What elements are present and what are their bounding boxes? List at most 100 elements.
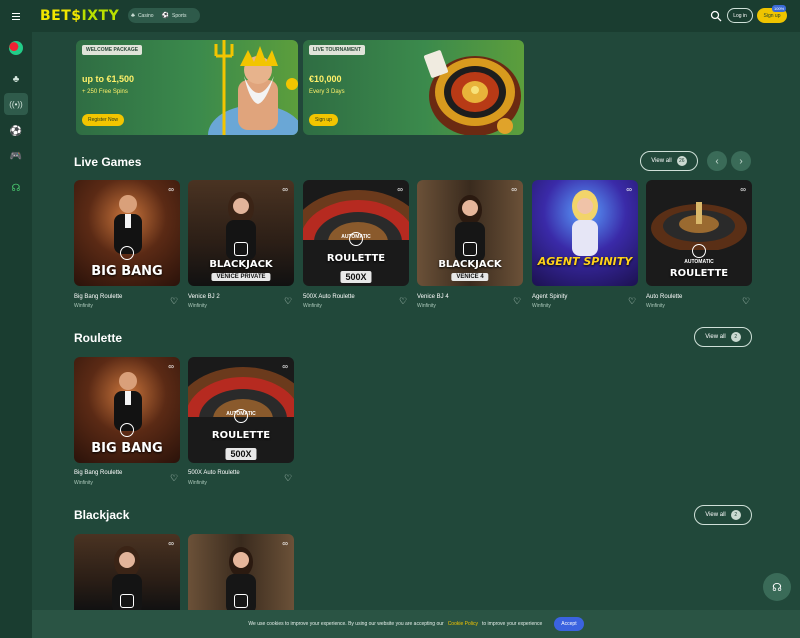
sidebar-item-sports[interactable]: ⚽ (4, 120, 28, 142)
provider-mark-icon: ∞ (282, 362, 288, 371)
sidebar-item-support[interactable]: ☊ (4, 177, 28, 199)
brand-logo[interactable]: BET$IXTY (40, 8, 119, 24)
provider-mark-icon: ∞ (511, 185, 517, 194)
live-games-count: 26 (676, 156, 687, 166)
provider-emblem-icon (120, 423, 134, 437)
favorite-heart-icon[interactable]: ♡ (399, 296, 407, 307)
game-name: 500X Auto Roulette (303, 294, 355, 300)
accept-cookies-button[interactable]: Accept (554, 617, 584, 631)
tournament-signup-button[interactable]: Sign up (309, 114, 338, 126)
cookie-banner: We use cookies to improve your experienc… (32, 610, 800, 638)
gamepad-icon: 🎮 (9, 150, 23, 162)
provider-emblem-icon (692, 244, 706, 258)
game-provider: Winfinity (74, 303, 93, 309)
provider-mark-icon: ∞ (168, 362, 174, 371)
sidebar-item-promo[interactable] (4, 37, 28, 59)
tile-art-title: ROULETTE (211, 430, 271, 441)
roulette-wheel-art (303, 190, 409, 240)
cookie-text-end: to improve your experience (481, 621, 543, 627)
game-tile-auto-roulette[interactable]: ∞ AUTOMATIC ROULETTE (646, 180, 752, 286)
menu-icon[interactable] (8, 8, 24, 24)
promo-live-tournament[interactable]: LIVE TOURNAMENT €10,000 Every 3 Days Sig… (303, 40, 524, 135)
game-name: Venice BJ 4 (417, 294, 449, 300)
tile-art-title: BLACKJACK (209, 259, 273, 270)
game-name: Big Bang Roulette (74, 470, 123, 476)
roulette-title: Roulette (74, 331, 122, 345)
game-provider: Winfinity (417, 303, 436, 309)
promo-headline: €10,000 (309, 74, 342, 84)
tile-art-subtitle: VENICE PRIVATE (211, 273, 271, 281)
search-icon[interactable] (710, 10, 722, 22)
game-tile-blackjack-2[interactable]: ∞ (188, 534, 294, 610)
soccer-ball-icon: ⚽ (9, 125, 23, 137)
cards-icon (234, 594, 248, 608)
provider-mark-icon: ∞ (282, 185, 288, 194)
sidebar-item-live[interactable]: ((•)) (4, 93, 28, 115)
promo-welcome-package[interactable]: WELCOME PACKAGE up to €1,500 + 250 Free … (76, 40, 298, 135)
favorite-heart-icon[interactable]: ♡ (284, 296, 292, 307)
promo-tag: WELCOME PACKAGE (82, 45, 143, 55)
tile-art-subtitle: 500X (225, 448, 257, 460)
promo-headline: up to €1,500 (82, 74, 135, 84)
blackjack-view-all[interactable]: View all 2 (694, 505, 752, 525)
carousel-next-button[interactable]: › (731, 151, 751, 171)
carousel-prev-button[interactable]: ‹ (707, 151, 727, 171)
casino-sports-switch: ♣ Casino ⚽ Sports (128, 8, 200, 23)
provider-mark-icon: ∞ (168, 185, 174, 194)
provider-mark-icon: ∞ (740, 185, 746, 194)
blackjack-count: 2 (730, 510, 741, 520)
game-tile-agent-spinity[interactable]: ∞ AGENT SPINITY (532, 180, 638, 286)
favorite-heart-icon[interactable]: ♡ (170, 473, 178, 484)
roulette-count: 2 (730, 332, 741, 342)
cookie-policy-link[interactable]: Cookie Policy (448, 621, 478, 627)
logo-text-2: IXTY (81, 8, 120, 24)
roulette-wheel-art (651, 202, 747, 250)
tile-art-automatic: AUTOMATIC (684, 259, 714, 265)
game-tile-500x-auto-roulette[interactable]: ∞ AUTOMATIC ROULETTE 500X (303, 180, 409, 286)
promo-subtext: + 250 Free Spins (82, 89, 128, 95)
roulette-wheel-art (188, 367, 294, 417)
tile-art-automatic: AUTOMATIC (341, 234, 371, 240)
roulette-view-all[interactable]: View all 2 (694, 327, 752, 347)
game-name: Big Bang Roulette (74, 294, 123, 300)
game-tile-blackjack-1[interactable]: ∞ (74, 534, 180, 610)
game-tile-big-bang-roulette[interactable]: ∞ BIG BANG (74, 180, 180, 286)
register-now-button[interactable]: Register Now (82, 114, 125, 126)
chevron-right-icon: › (739, 155, 743, 167)
game-tile-venice-bj-4[interactable]: ∞ BLACKJACK VENICE 4 (417, 180, 523, 286)
tile-art-title: AGENT SPINITY (537, 255, 633, 268)
favorite-heart-icon[interactable]: ♡ (513, 296, 521, 307)
provider-mark-icon: ∞ (626, 185, 632, 194)
favorite-heart-icon[interactable]: ♡ (628, 296, 636, 307)
provider-emblem-icon (120, 246, 134, 260)
sidebar-item-casino[interactable]: ♣ (4, 68, 28, 90)
game-tile-venice-bj-2[interactable]: ∞ BLACKJACK VENICE PRIVATE (188, 180, 294, 286)
provider-mark-icon: ∞ (282, 539, 288, 548)
sidebar-item-esports[interactable]: 🎮 (4, 145, 28, 167)
game-provider: Winfinity (188, 480, 207, 486)
login-button[interactable]: Log in (727, 8, 753, 23)
favorite-heart-icon[interactable]: ♡ (284, 473, 292, 484)
cards-icon (463, 242, 477, 256)
game-provider: Winfinity (303, 303, 322, 309)
game-tile-500x-auto-roulette[interactable]: ∞ AUTOMATIC ROULETTE 500X (188, 357, 294, 463)
promo-tag: LIVE TOURNAMENT (309, 45, 365, 55)
game-provider: Winfinity (188, 303, 207, 309)
blackjack-title: Blackjack (74, 508, 130, 522)
live-support-button[interactable]: ☊ (763, 573, 791, 601)
live-games-title: Live Games (74, 155, 142, 169)
cookie-text: We use cookies to improve your experienc… (248, 621, 444, 627)
logo-text-1: BET$ (40, 8, 82, 24)
cherries-icon: ♣ (12, 73, 20, 85)
game-tile-big-bang-roulette[interactable]: ∞ BIG BANG (74, 357, 180, 463)
tile-art-title: BIG BANG (91, 264, 163, 279)
tile-art-title: BIG BANG (91, 441, 163, 456)
favorite-heart-icon[interactable]: ♡ (170, 296, 178, 307)
favorite-heart-icon[interactable]: ♡ (742, 296, 750, 307)
casino-tab[interactable]: ♣ Casino (131, 13, 154, 19)
live-games-view-all[interactable]: View all 26 (640, 151, 698, 171)
sports-tab[interactable]: ⚽ Sports (162, 12, 187, 20)
tile-art-title: ROULETTE (326, 253, 386, 264)
headset-icon: ☊ (11, 182, 21, 194)
game-name: Auto Roulette (646, 294, 683, 300)
